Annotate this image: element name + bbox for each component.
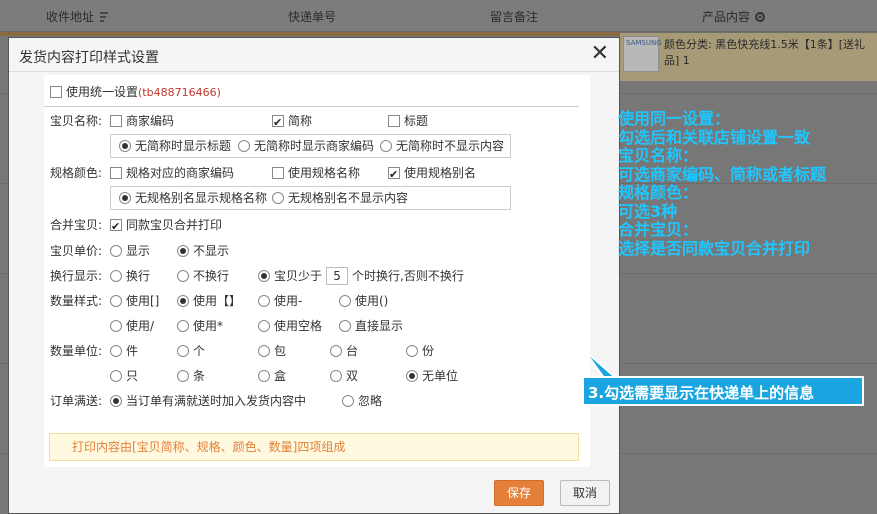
price-label: 宝贝单价:: [50, 244, 103, 258]
sort-icon: [100, 12, 109, 22]
sku-sub-options: 无规格别名显示规格名称 无规格别名不显示内容: [110, 186, 511, 210]
merge-row: 合并宝贝: 同款宝贝合并打印: [44, 215, 584, 237]
order-gift-opt-ignore[interactable]: 忽略: [342, 391, 382, 411]
background-table-header: 收件地址 快递单号 留言备注 产品内容: [0, 0, 877, 32]
annotation-line: 可选3种: [618, 201, 678, 221]
item-name-row: 宝贝名称: 商家编码 简称 标题: [44, 111, 584, 133]
qty-unit-opt[interactable]: 件: [110, 341, 138, 361]
column-message: 留言备注: [490, 10, 539, 24]
cancel-button[interactable]: 取消: [560, 480, 610, 506]
sku-opt-alias[interactable]: 使用规格别名: [388, 163, 476, 185]
product-cell: SAMSUNG 颜色分类: 黑色快充线1.5米【1条】[送礼品] 1: [620, 33, 877, 81]
qty-unit-row-2: 只 条 盒 双 无单位: [44, 366, 584, 386]
wrap-label: 换行显示:: [50, 269, 103, 283]
price-row: 宝贝单价: 显示 不显示: [44, 241, 584, 261]
background-highlight-bar: [0, 32, 620, 36]
annotation-line: 勾选后和关联店铺设置一致: [618, 127, 811, 147]
qty-style-opt[interactable]: 直接显示: [339, 316, 403, 336]
qty-unit-opt[interactable]: 个: [177, 341, 205, 361]
sku-sub-show-none[interactable]: 无规格别名不显示内容: [272, 189, 408, 206]
sub-opt-show-none[interactable]: 无简称时不显示内容: [380, 137, 504, 154]
print-style-dialog: 发货内容打印样式设置 ✕ 使用统一设置(tb488716466) 宝贝名称: 商…: [8, 37, 620, 514]
order-gift-label: 订单满送:: [50, 394, 103, 408]
gear-icon: [755, 12, 766, 22]
qty-style-opt[interactable]: 使用[]: [110, 291, 159, 311]
column-product: 产品内容: [702, 8, 766, 25]
wrap-opt-wrap[interactable]: 换行: [110, 266, 150, 286]
annotation-text: 使用同一设置： 勾选后和关联店铺设置一致 宝贝名称： 可选商家编码、简称或者标题…: [618, 109, 873, 258]
annotation-line: 规格颜色：: [618, 183, 699, 202]
wrap-opt-less[interactable]: 宝贝少于 5 个时换行,否则不换行: [258, 266, 464, 286]
qty-unit-opt[interactable]: 只: [110, 366, 138, 386]
annotation-line: 可选商家编码、简称或者标题: [618, 164, 827, 184]
annotation-line: 使用同一设置：: [618, 109, 731, 128]
item-name-opt-title[interactable]: 标题: [388, 111, 428, 131]
price-opt-show[interactable]: 显示: [110, 241, 150, 261]
dialog-footer: 保存 取消: [9, 470, 619, 514]
annotation-line: 选择是否同款宝贝合并打印: [618, 238, 811, 258]
merge-label: 合并宝贝:: [50, 218, 103, 232]
merge-checkbox[interactable]: 同款宝贝合并打印: [110, 215, 222, 237]
dialog-title-bar: 发货内容打印样式设置 ✕: [9, 38, 619, 72]
qty-style-label: 数量样式:: [50, 294, 103, 308]
qty-unit-opt[interactable]: 台: [330, 341, 358, 361]
sku-opt-name[interactable]: 使用规格名称: [272, 163, 360, 183]
callout-text: 3.勾选需要显示在快递单上的信息: [588, 384, 815, 402]
item-name-label: 宝贝名称:: [50, 114, 103, 128]
qty-unit-opt[interactable]: 双: [330, 366, 358, 386]
dialog-title: 发货内容打印样式设置: [19, 50, 159, 66]
print-content-note: 打印内容由[宝贝简称、规格、颜色、数量]四项组成: [49, 433, 579, 461]
qty-unit-opt[interactable]: 无单位: [406, 366, 458, 386]
qty-style-opt[interactable]: 使用(): [339, 291, 388, 311]
qty-unit-label: 数量单位:: [50, 344, 103, 358]
qty-unit-opt[interactable]: 条: [177, 366, 205, 386]
product-description: 颜色分类: 黑色快充线1.5米【1条】[送礼品] 1: [664, 38, 865, 67]
unify-checkbox[interactable]: [50, 86, 62, 98]
annotation-callout: 3.勾选需要显示在快递单上的信息: [582, 350, 864, 406]
annotation-line: 宝贝名称：: [618, 146, 699, 165]
sku-label: 规格颜色:: [50, 166, 103, 180]
qty-unit-opt[interactable]: 盒: [258, 366, 286, 386]
unify-setting-row: 使用统一设置(tb488716466): [50, 82, 221, 102]
close-icon[interactable]: ✕: [591, 42, 609, 66]
qty-style-row-2: 使用/ 使用* 使用空格 直接显示: [44, 316, 584, 336]
save-button[interactable]: 保存: [494, 480, 544, 506]
item-name-sub-options: 无简称时显示标题 无简称时显示商家编码 无简称时不显示内容: [110, 134, 511, 158]
shop-id: (tb488716466): [138, 86, 221, 99]
qty-style-opt[interactable]: 使用*: [177, 316, 223, 336]
qty-style-row: 数量样式: 使用[] 使用【】 使用- 使用(): [44, 291, 584, 311]
item-name-opt-code[interactable]: 商家编码: [110, 111, 174, 131]
qty-style-opt[interactable]: 使用空格: [258, 316, 322, 336]
sku-opt-code[interactable]: 规格对应的商家编码: [110, 163, 234, 183]
qty-style-opt[interactable]: 使用/: [110, 316, 154, 336]
price-opt-hide[interactable]: 不显示: [177, 241, 229, 261]
sku-row: 规格颜色: 规格对应的商家编码 使用规格名称 使用规格别名: [44, 163, 584, 185]
annotation-line: 合并宝贝：: [618, 220, 699, 239]
unify-label: 使用统一设置: [66, 85, 139, 99]
sku-sub-show-name[interactable]: 无规格别名显示规格名称: [119, 189, 267, 206]
column-tracking: 快递单号: [288, 10, 337, 24]
qty-unit-row: 数量单位: 件 个 包 台 份: [44, 341, 584, 361]
order-gift-opt-add[interactable]: 当订单有满就送时加入发货内容中: [110, 391, 306, 411]
wrap-row: 换行显示: 换行 不换行 宝贝少于 5 个时换行,否则不换行: [44, 266, 584, 286]
sub-opt-show-code[interactable]: 无简称时显示商家编码: [238, 137, 374, 154]
qty-unit-opt[interactable]: 包: [258, 341, 286, 361]
dialog-form: 使用统一设置(tb488716466) 宝贝名称: 商家编码 简称 标题 无简称…: [44, 75, 590, 467]
order-gift-row: 订单满送: 当订单有满就送时加入发货内容中 忽略: [44, 391, 584, 411]
wrap-opt-nowrap[interactable]: 不换行: [177, 266, 229, 286]
sub-opt-show-title[interactable]: 无简称时显示标题: [119, 137, 231, 154]
wrap-count-input[interactable]: 5: [326, 267, 349, 285]
column-address: 收件地址: [46, 8, 110, 25]
callout-box: 3.勾选需要显示在快递单上的信息: [582, 376, 864, 406]
qty-style-opt[interactable]: 使用【】: [177, 291, 241, 311]
divider: [44, 106, 579, 107]
product-thumbnail: SAMSUNG: [623, 36, 662, 72]
item-name-opt-short[interactable]: 简称: [272, 111, 312, 133]
qty-style-opt[interactable]: 使用-: [258, 291, 302, 311]
qty-unit-opt[interactable]: 份: [406, 341, 434, 361]
